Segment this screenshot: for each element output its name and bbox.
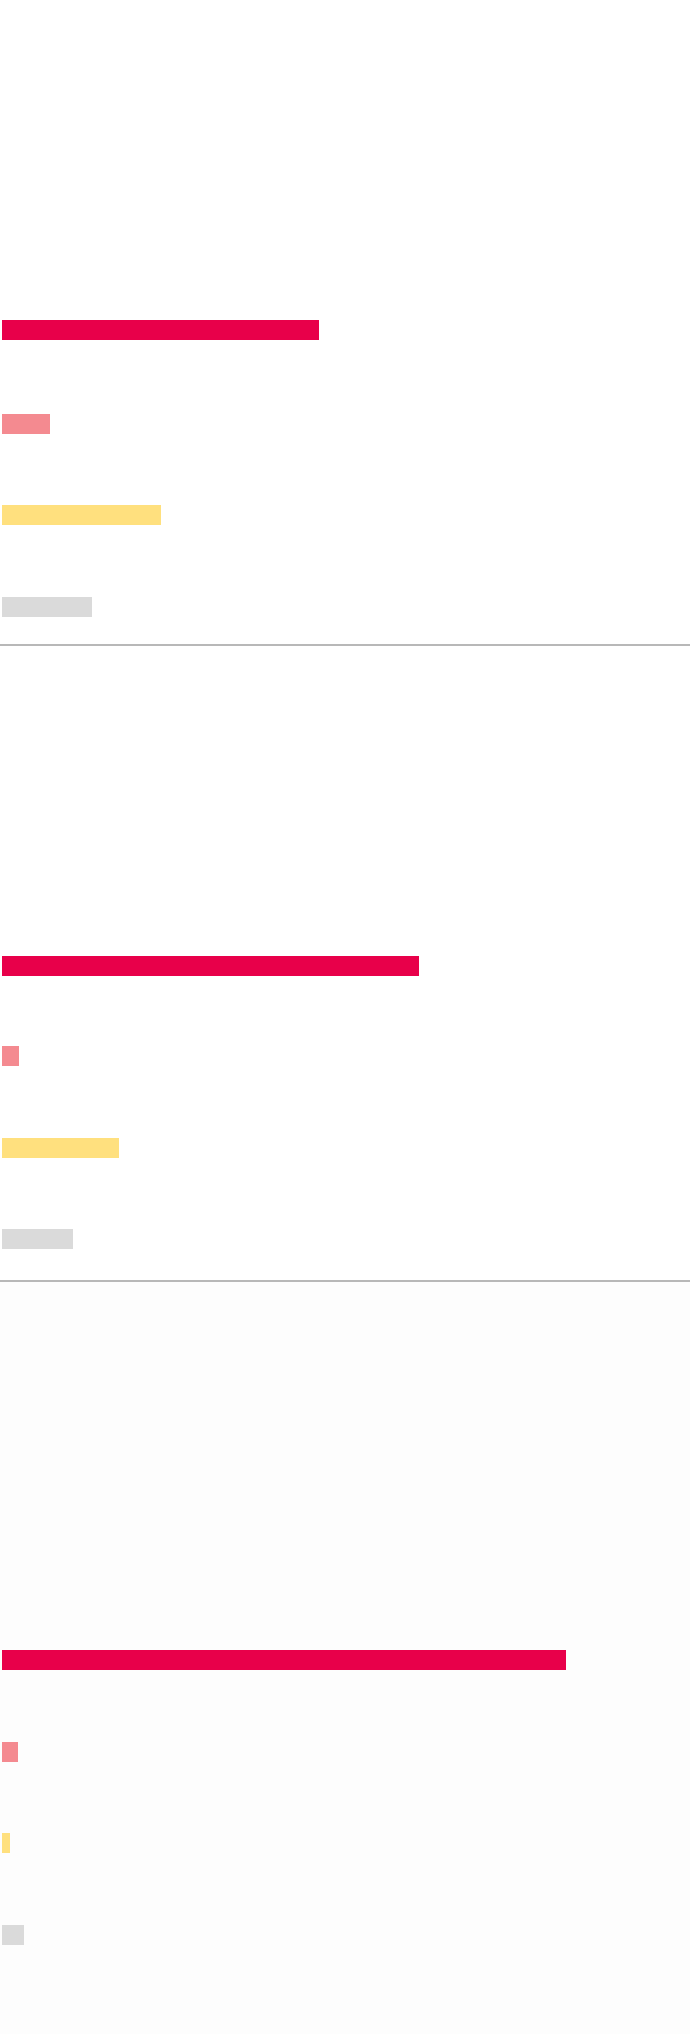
bar-chart1-4: [2, 597, 92, 617]
bar-chart1-3: [2, 505, 161, 525]
chart-panel-2: [0, 646, 690, 1282]
bar-chart2-2: [2, 1046, 19, 1066]
bar-chart2-1: [2, 956, 419, 976]
page: [0, 0, 690, 2034]
chart-panel-3: [0, 1282, 690, 2034]
bar-chart3-3: [2, 1833, 10, 1853]
bar-chart3-1: [2, 1650, 566, 1670]
bar-chart3-2: [2, 1742, 18, 1762]
bar-chart1-2: [2, 414, 50, 434]
bar-chart2-4: [2, 1229, 73, 1249]
bar-chart3-4: [2, 1925, 24, 1945]
bar-chart1-1: [2, 320, 319, 340]
chart-panel-1: [0, 0, 690, 646]
bar-chart2-3: [2, 1138, 119, 1158]
